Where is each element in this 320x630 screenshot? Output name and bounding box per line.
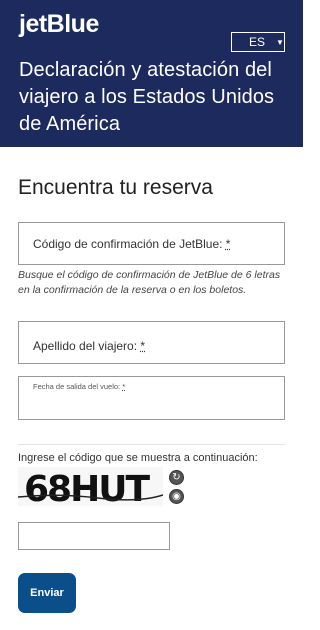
captcha-graphic: 68HUT — [18, 467, 163, 506]
last-name-field[interactable]: Apellido del viajero: * — [18, 321, 285, 364]
required-mark: * — [122, 382, 126, 391]
last-name-label-text: Apellido del viajero: — [33, 339, 141, 353]
departure-date-label-text: Fecha de salida del vuelo: — [33, 382, 123, 391]
confirmation-hint: Busque el código de confirmación de JetB… — [18, 269, 281, 296]
chevron-down-icon: ▼ — [276, 37, 284, 47]
language-value: ES — [249, 35, 266, 49]
confirmation-code-label-text: Código de confirmación de JetBlue: — [33, 237, 226, 251]
confirmation-code-field[interactable]: Código de confirmación de JetBlue: * — [18, 222, 285, 265]
captcha-input[interactable] — [18, 522, 170, 550]
language-select[interactable]: ES ▼ — [231, 32, 285, 52]
audio-icon[interactable]: ◉ — [169, 489, 184, 504]
captcha-instruction: Ingrese el código que se muestra a conti… — [18, 452, 258, 464]
captcha-image: 68HUT — [18, 467, 163, 506]
required-mark: * — [140, 339, 146, 353]
page-title: Declaración y atestación del viajero a l… — [19, 59, 275, 135]
confirmation-code-label: Código de confirmación de JetBlue: * — [33, 237, 230, 251]
last-name-label: Apellido del viajero: * — [33, 339, 145, 353]
submit-button[interactable]: Enviar — [18, 573, 76, 613]
refresh-icon[interactable]: ↻ — [169, 470, 184, 485]
jetblue-logo[interactable]: jetBlue — [19, 10, 99, 39]
divider — [18, 444, 285, 445]
header: jetBlue ES ▼ Declaración y atestación de… — [0, 0, 303, 147]
departure-date-field[interactable]: Fecha de salida del vuelo: * — [18, 376, 285, 420]
required-mark: * — [225, 237, 231, 251]
section-title: Encuentra tu reserva — [18, 176, 213, 199]
departure-date-label: Fecha de salida del vuelo: * — [33, 382, 125, 391]
